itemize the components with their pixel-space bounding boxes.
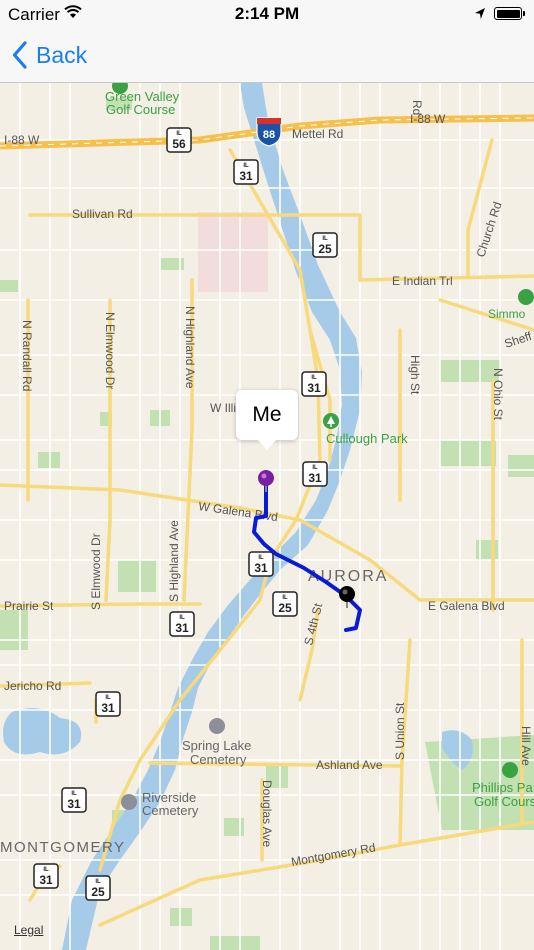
location-arrow-icon: [475, 8, 485, 19]
label-mettel-rd: Mettel Rd: [292, 127, 343, 141]
svg-text:25: 25: [278, 601, 292, 615]
label-n-randall-rd: N Randall Rd: [20, 320, 34, 391]
label-i88-w: I-88 W: [4, 133, 40, 147]
label-cemetery: Cemetery: [190, 752, 247, 767]
label-n-highland-ave: N Highland Ave: [183, 306, 197, 389]
svg-text:31: 31: [101, 701, 115, 715]
cemetery-icon: [209, 718, 225, 734]
label-jericho-rd: Jericho Rd: [4, 679, 61, 693]
back-button-label: Back: [36, 41, 88, 68]
back-button[interactable]: Back: [12, 39, 87, 71]
shield-il-56: IL 56: [166, 127, 192, 153]
shield-il-25-b: IL 25: [272, 591, 298, 617]
label-e-galena-blvd: E Galena Blvd: [428, 599, 505, 613]
label-hill-ave: Hill Ave: [519, 726, 533, 766]
label-sullivan-rd: Sullivan Rd: [72, 207, 133, 221]
svg-text:25: 25: [91, 885, 105, 899]
navigation-bar: Back: [0, 28, 534, 83]
label-spring-lake: Spring Lake: [182, 738, 251, 753]
chevron-left-icon: [12, 41, 27, 69]
map-view[interactable]: Green Valley Golf Course I-88 W I-88 W M…: [0, 83, 534, 950]
clock: 2:14 PM: [234, 4, 300, 23]
svg-text:56: 56: [172, 137, 186, 151]
shield-il-31-g: IL 31: [61, 787, 87, 813]
shield-il-31-e: IL 31: [169, 611, 195, 637]
battery-icon: [494, 7, 525, 20]
svg-text:31: 31: [254, 561, 268, 575]
svg-text:31: 31: [239, 169, 253, 183]
label-golf-course: Golf Course: [106, 102, 175, 117]
label-prairie-st: Prairie St: [4, 599, 54, 613]
svg-text:25: 25: [318, 242, 332, 256]
label-w-illinois: W Illi: [210, 401, 236, 415]
shield-il-31-c: IL 31: [302, 461, 328, 487]
cemetery-icon-2: [121, 794, 137, 810]
label-n-ohio-st: N Ohio St: [491, 368, 505, 421]
label-cemetery-2: Cemetery: [142, 803, 199, 818]
label-rd: Rd: [410, 100, 424, 115]
svg-text:31: 31: [67, 797, 81, 811]
label-s-elmwood-dr: S Elmwood Dr: [89, 533, 103, 610]
label-ashland-ave: Ashland Ave: [316, 758, 383, 772]
svg-text:88: 88: [263, 129, 275, 141]
svg-text:31: 31: [307, 381, 321, 395]
shield-il-31-b: IL 31: [301, 371, 327, 397]
golf-icon-2: [502, 762, 518, 778]
svg-text:31: 31: [308, 471, 322, 485]
label-golf-cours: Golf Cours: [474, 794, 534, 809]
shield-interstate-88: 88: [256, 117, 282, 147]
shield-il-25-c: IL 25: [85, 875, 111, 901]
label-n-elmwood-dr: N Elmwood Dr: [103, 312, 117, 389]
me-callout-pointer: [257, 439, 277, 450]
park-icon-2: [518, 289, 534, 305]
label-douglas-ave: Douglas Ave: [260, 780, 274, 847]
shield-il-31-d: IL 31: [248, 551, 274, 577]
label-high-st: High St: [408, 355, 422, 395]
svg-text:31: 31: [175, 621, 189, 635]
svg-text:31: 31: [39, 873, 53, 887]
label-s-highland-ave: S Highland Ave: [167, 520, 181, 602]
commercial-area: [198, 212, 268, 292]
label-phillips-park: Phillips Pa: [472, 780, 533, 795]
legal-link[interactable]: Legal: [14, 923, 43, 937]
label-simmons: Simmo: [488, 307, 526, 321]
label-mccullough-park: Cullough Park: [326, 431, 408, 446]
status-bar: Carrier 2:14 PM: [0, 0, 534, 28]
label-s-union-st: S Union St: [393, 702, 407, 760]
me-callout[interactable]: Me: [236, 390, 298, 440]
shield-il-31-a: IL 31: [233, 159, 259, 185]
shield-il-25-a: IL 25: [312, 232, 338, 258]
label-montgomery: MONTGOMERY: [0, 839, 126, 856]
label-e-indian-trl: E Indian Trl: [392, 274, 453, 288]
shield-il-31-h: IL 31: [33, 863, 59, 889]
shield-il-31-f: IL 31: [95, 691, 121, 717]
